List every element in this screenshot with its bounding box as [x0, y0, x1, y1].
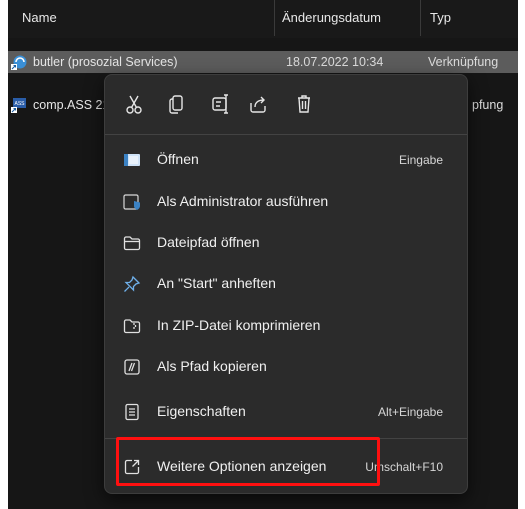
menu-item-properties[interactable]: Eigenschaften Alt+Eingabe — [111, 394, 461, 430]
zip-folder-icon — [123, 317, 141, 335]
share-icon[interactable] — [245, 91, 271, 117]
file-type: Verknüpfung — [428, 55, 499, 69]
properties-icon — [123, 403, 141, 421]
file-type: pfung — [472, 98, 504, 112]
menu-item-label: Dateipfad öffnen — [157, 234, 260, 250]
menu-item-open-file-location[interactable]: Dateipfad öffnen — [111, 225, 461, 261]
menu-divider — [105, 134, 467, 135]
column-date[interactable]: Änderungsdatum — [282, 10, 381, 25]
svg-text:ASS: ASS — [15, 101, 26, 107]
context-menu: Öffnen Eingabe Als Administrator ausführ… — [104, 74, 468, 494]
menu-item-label: Als Pfad kopieren — [157, 358, 267, 374]
column-separator[interactable] — [274, 0, 275, 36]
column-type[interactable]: Typ — [430, 10, 451, 25]
menu-item-pin-to-start[interactable]: An "Start" anheften — [111, 266, 461, 302]
menu-item-shortcut: Alt+Eingabe — [377, 405, 443, 419]
menu-item-label: In ZIP-Datei komprimieren — [157, 317, 321, 333]
menu-item-label: An "Start" anheften — [157, 275, 276, 291]
menu-item-compress-zip[interactable]: In ZIP-Datei komprimieren — [111, 308, 461, 344]
menu-item-label: Als Administrator ausführen — [157, 193, 329, 209]
folder-icon — [123, 234, 141, 252]
copy-icon[interactable] — [164, 91, 190, 117]
menu-item-copy-as-path[interactable]: Als Pfad kopieren — [111, 349, 461, 385]
column-header: Name Änderungsdatum Typ — [8, 0, 518, 38]
context-menu-toolbar — [105, 75, 467, 133]
column-separator[interactable] — [420, 0, 421, 36]
highlight-box — [116, 437, 380, 486]
menu-item-label: Eigenschaften — [157, 403, 246, 419]
file-date: 18.07.2022 10:34 — [286, 55, 384, 69]
shortcut-icon — [11, 54, 29, 70]
file-row[interactable]: butler (prosozial Services) 18.07.2022 1… — [8, 51, 518, 73]
pin-icon — [123, 275, 141, 293]
menu-item-open[interactable]: Öffnen Eingabe — [111, 142, 461, 178]
copy-path-icon — [123, 358, 141, 376]
app-shortcut-icon: ASS — [11, 97, 29, 113]
delete-icon[interactable] — [291, 91, 317, 117]
open-icon — [123, 151, 141, 169]
menu-item-shortcut: Eingabe — [398, 153, 443, 167]
column-name[interactable]: Name — [22, 10, 57, 25]
menu-item-label: Öffnen — [157, 151, 199, 167]
admin-shield-icon — [123, 193, 141, 211]
cut-icon[interactable] — [121, 91, 147, 117]
rename-icon[interactable] — [208, 91, 234, 117]
file-name: butler (prosozial Services) — [33, 55, 178, 69]
menu-item-run-as-admin[interactable]: Als Administrator ausführen — [111, 184, 461, 220]
